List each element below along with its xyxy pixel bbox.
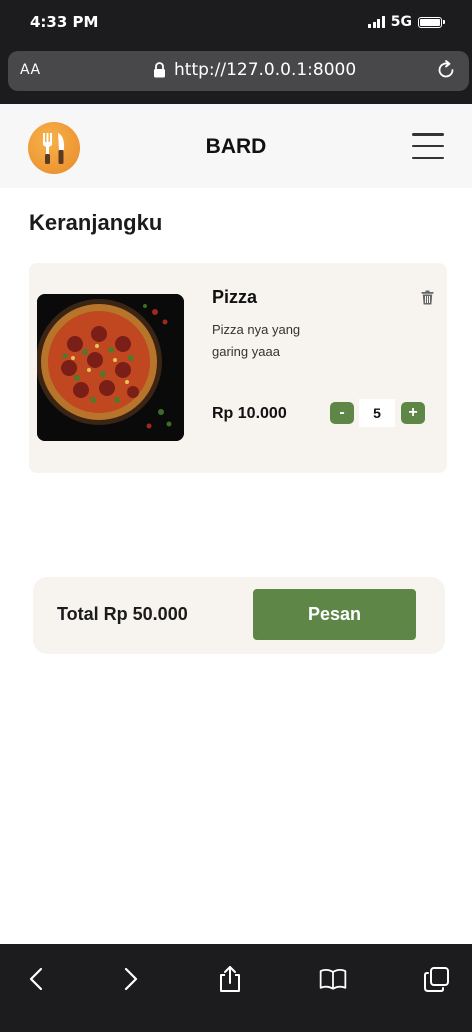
order-summary: Total Rp 50.000 Pesan: [33, 577, 445, 654]
total-price: Total Rp 50.000: [57, 604, 188, 624]
text-size-button[interactable]: AA: [20, 62, 41, 78]
product-name: Pizza: [212, 287, 258, 307]
product-image: [37, 294, 184, 441]
browser-toolbar: [0, 944, 472, 1032]
status-time: 4:33 PM: [30, 13, 99, 31]
page-title: Keranjangku: [29, 210, 163, 235]
forward-icon[interactable]: [115, 964, 145, 994]
share-icon[interactable]: [215, 964, 245, 994]
lock-icon: [154, 62, 165, 78]
app-header: BARD: [0, 104, 472, 188]
increase-quantity-button[interactable]: +: [401, 402, 425, 424]
url-display[interactable]: http://127.0.0.1:8000: [153, 60, 356, 80]
signal-icon: [368, 16, 385, 28]
quantity-value[interactable]: 5: [359, 399, 395, 427]
status-indicators: 5G: [368, 14, 445, 30]
hamburger-icon[interactable]: [412, 133, 444, 159]
order-button[interactable]: Pesan: [253, 589, 416, 640]
product-description: Pizza nya yang garing yaaa: [212, 322, 301, 359]
browser-chrome: 4:33 PM 5G AA http://127.0.0.1:8000: [0, 0, 472, 104]
reload-icon[interactable]: [435, 59, 457, 81]
back-icon[interactable]: [22, 964, 52, 994]
pizza-illustration: [37, 294, 184, 441]
status-bar: 4:33 PM 5G: [0, 0, 472, 48]
trash-icon[interactable]: [421, 290, 434, 305]
decrease-quantity-button[interactable]: -: [330, 402, 354, 424]
battery-icon: [418, 16, 445, 28]
product-price: Rp 10.000: [212, 405, 287, 422]
tabs-icon[interactable]: [422, 964, 452, 994]
network-label: 5G: [390, 14, 412, 30]
url-text: http://127.0.0.1:8000: [174, 60, 357, 80]
cart-item: Pizza Pizza nya yang garing yaaa Rp 10.0…: [29, 263, 447, 473]
address-bar[interactable]: AA http://127.0.0.1:8000: [8, 51, 469, 91]
bookmarks-icon[interactable]: [318, 964, 348, 994]
brand-name: BARD: [205, 135, 267, 158]
